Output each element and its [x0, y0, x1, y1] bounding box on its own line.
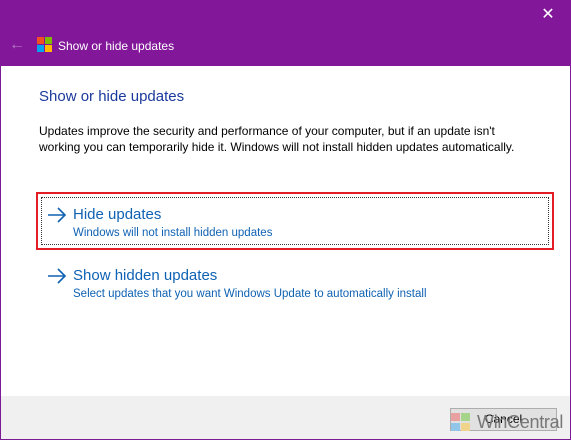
window-title: Show or hide updates — [58, 39, 175, 53]
dialog-window: ✕ ← Show or hide updates Show or hide up… — [0, 0, 571, 440]
option-subtitle: Windows will not install hidden updates — [73, 227, 273, 239]
hide-updates-option[interactable]: Hide updates Windows will not install hi… — [36, 192, 554, 250]
dialog-content: Show or hide updates Updates improve the… — [1, 66, 570, 396]
arrow-right-icon — [48, 268, 67, 284]
watermark-text: WinCentral — [477, 412, 564, 432]
windows-logo-icon — [37, 37, 53, 53]
watermark: WinCentral — [451, 410, 569, 436]
wincentral-logo-icon — [451, 413, 473, 433]
title-bar: ✕ ← Show or hide updates — [0, 0, 571, 66]
option-title: Hide updates — [73, 206, 162, 223]
option-title: Show hidden updates — [73, 267, 218, 284]
arrow-right-icon — [48, 207, 67, 223]
description-text: Updates improve the security and perform… — [39, 124, 515, 154]
close-button[interactable]: ✕ — [525, 0, 571, 30]
page-title: Show or hide updates — [39, 88, 185, 105]
option-subtitle: Select updates that you want Windows Upd… — [73, 288, 427, 300]
back-arrow-icon[interactable]: ← — [6, 34, 28, 56]
show-hidden-updates-option[interactable]: Show hidden updates Select updates that … — [39, 263, 551, 315]
